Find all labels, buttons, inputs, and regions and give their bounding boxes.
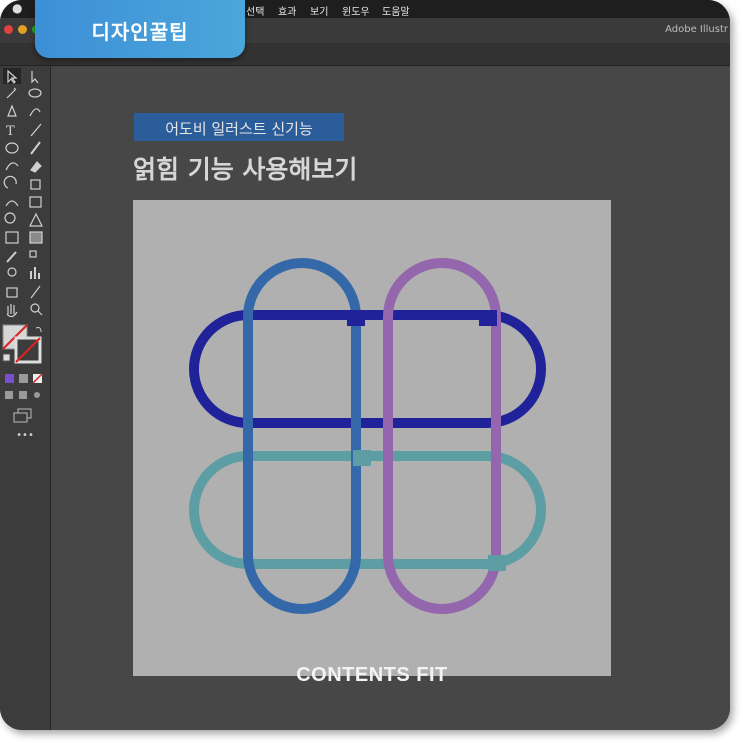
magic-wand-icon [6,87,17,99]
watermark: CONTENTS FIT [296,664,448,686]
slice-tool-icon [30,285,41,299]
paintbrush-icon [30,141,41,155]
scale-tool-icon [30,179,41,190]
active-tool-highlight [3,68,21,84]
tools-icons-grid: T [2,68,43,423]
menu-item-view[interactable]: 보기 [310,3,328,18]
color-mode-icon [5,374,14,383]
blend-tool-icon [29,250,37,258]
menu-item-help[interactable]: 도움말 [382,3,410,18]
apple-icon[interactable]: ● [12,1,22,15]
menu-item-select[interactable]: 선택 [246,3,264,18]
eraser-icon [30,161,42,173]
free-transform-icon [29,196,42,208]
menu-item-window[interactable]: 윈도우 [342,3,370,18]
mesh-tool-icon [5,231,19,244]
hand-tool-icon [6,304,18,318]
ellipse-tool-icon [5,142,19,154]
draw-inside-icon [34,392,40,398]
direct-selection-tool-icon [31,71,39,84]
headline: 얽힘 기능 사용해보기 [133,155,358,184]
curvature-tool-icon [29,108,41,117]
menu-item-effect[interactable]: 효과 [278,3,296,18]
default-colors-icon [2,353,11,362]
type-tool-icon: T [6,124,15,139]
gradient-tool-icon [29,231,43,244]
gradient-mode-icon [19,374,28,383]
rotate-tool-icon [3,175,17,189]
title-tag: 어도비 일러스트 신기능 [134,113,344,141]
more-tools-button[interactable]: ••• [0,430,50,441]
pen-tool-icon [7,104,17,117]
column-graph-icon [30,267,40,279]
draw-normal-icon [5,391,13,399]
blog-badge-label: 디자인꿀팁 [91,20,189,44]
minimize-window-button[interactable] [18,25,27,34]
line-tool-icon [30,123,42,137]
tools-panel: T ••• [0,66,51,730]
interlaced-capsules-artwork [189,258,546,614]
perspective-grid-icon [29,212,43,227]
width-tool-icon [5,200,19,207]
title-tag-text: 어도비 일러스트 신기능 [165,120,313,138]
lasso-icon [28,88,42,98]
eyedropper-icon [6,251,17,263]
shape-builder-icon [4,212,16,224]
window-title: Adobe Illustr [665,24,728,35]
close-window-button[interactable] [4,25,13,34]
shaper-tool-icon [5,162,19,171]
swap-colors-icon [35,327,42,333]
symbol-sprayer-icon [7,267,17,277]
artboard-tool-icon [6,287,18,298]
zoom-tool-icon [30,303,40,313]
blog-badge: 디자인꿀팁 [35,0,245,58]
draw-behind-icon [19,391,27,399]
artboard[interactable] [133,200,611,676]
app-frame: ● 선택 효과 보기 윈도우 도움말 Adobe Illustr T ••• 어… [0,0,730,730]
